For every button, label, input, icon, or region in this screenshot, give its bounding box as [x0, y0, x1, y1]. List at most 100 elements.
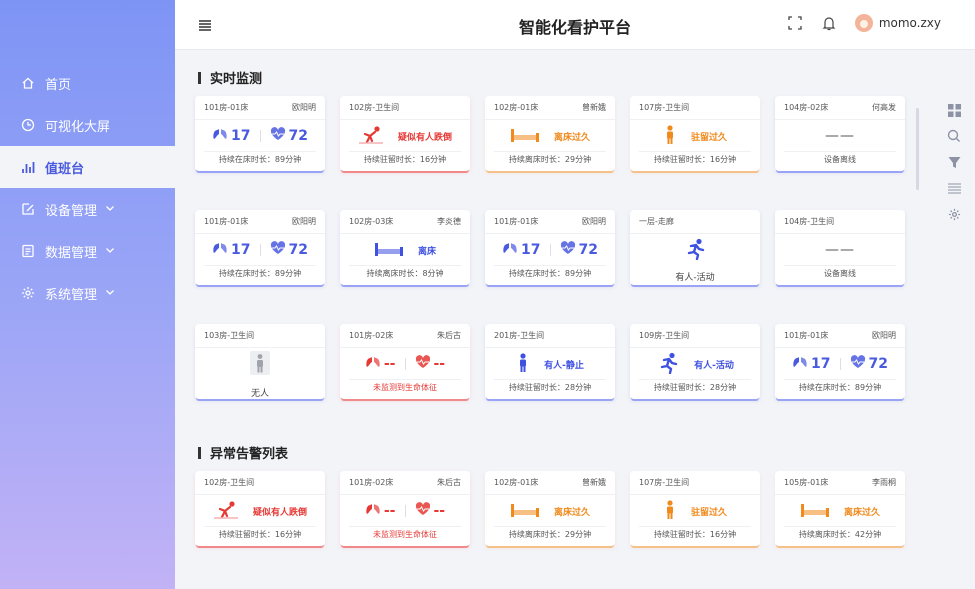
gear-icon[interactable]: [947, 207, 961, 221]
status-row: 有人-静止: [516, 352, 584, 376]
card-body: 离床过久: [485, 120, 615, 152]
running-icon: [656, 352, 680, 377]
sidebar-item-label: 系统管理: [45, 287, 98, 303]
card-footer: 持续驻留时长：16分钟: [349, 151, 461, 167]
card-status: 驻留过久: [690, 507, 727, 518]
fullscreen-icon[interactable]: [787, 15, 803, 31]
monitor-card[interactable]: 103房-卫生间 无人: [195, 324, 325, 399]
vitals-readout: 17 72: [502, 241, 598, 259]
list-icon[interactable]: [947, 181, 961, 195]
card-person: 欧阳明: [292, 217, 316, 226]
card-body: 离床: [340, 234, 470, 266]
monitor-card[interactable]: 102房-卫生间 疑似有人跌倒 持续驻留时长：16分钟: [195, 471, 325, 546]
card-location: 105房-01床: [784, 478, 829, 487]
card-header: 102房-卫生间: [195, 471, 325, 495]
card-body: ——: [775, 234, 905, 266]
heart-icon: [850, 355, 866, 373]
monitor-card[interactable]: 104房-卫生间 —— 设备离线: [775, 210, 905, 285]
grid-icon[interactable]: [947, 103, 961, 117]
card-status: ——: [825, 128, 855, 144]
divider: [839, 358, 841, 370]
monitor-card[interactable]: 101房-02床 朱后古 -- -- 未监测到生命体征: [340, 471, 470, 546]
card-footer: 设备离线: [784, 265, 896, 281]
monitor-card[interactable]: 102房-01床 曾新娥 离床过久 持续离床时长：29分钟: [485, 96, 615, 171]
card-header: 104房-02床 何高发: [775, 96, 905, 120]
monitor-card[interactable]: 一层-走廊 有人-活动: [630, 210, 760, 285]
lung-icon: [212, 127, 228, 145]
bell-icon[interactable]: [821, 15, 837, 31]
header-actions: momo.zxy: [787, 14, 941, 32]
person-standing-icon: [663, 499, 677, 523]
menu-toggle-icon[interactable]: [197, 17, 213, 33]
person-standing-icon: [516, 352, 530, 376]
card-status: 离床过久: [843, 507, 880, 518]
lung-icon: [212, 241, 228, 259]
sidebar-item-1[interactable]: 可视化大屏: [0, 104, 175, 146]
search-icon[interactable]: [947, 129, 961, 143]
monitor-card[interactable]: 101房-01床 欧阳明 17 72 持续在床时长：89分钟: [485, 210, 615, 285]
monitor-card[interactable]: 105房-01床 李雨桐 离床过久 持续离床时长：42分钟: [775, 471, 905, 546]
monitor-card[interactable]: 104房-02床 何高发 —— 设备离线: [775, 96, 905, 171]
bed-icon: [510, 502, 540, 521]
card-body: 疑似有人跌倒: [195, 495, 325, 527]
card-footer: 持续驻留时长：16分钟: [639, 526, 751, 542]
avatar: [854, 14, 873, 32]
status-row: 疑似有人跌倒: [358, 125, 452, 148]
heart-rate-value: 72: [578, 242, 598, 258]
card-footer: 持续离床时长：8分钟: [349, 265, 461, 281]
sidebar-item-3[interactable]: 设备管理: [0, 188, 175, 230]
card-header: 一层-走廊: [630, 210, 760, 234]
person-box-icon: [249, 350, 271, 380]
sidebar-item-0[interactable]: 首页: [0, 62, 175, 104]
card-location: 104房-卫生间: [784, 217, 835, 226]
sidebar-item-2[interactable]: 值班台: [0, 146, 175, 188]
heart-rate-value: 72: [868, 356, 888, 372]
monitor-card[interactable]: 101房-01床 欧阳明 17 72 持续在床时长：89分钟: [195, 210, 325, 285]
bed-icon: [800, 502, 830, 521]
card-footer: 持续驻留时长：16分钟: [639, 151, 751, 167]
card-body: 有人-活动: [630, 348, 760, 380]
monitor-card[interactable]: 109房-卫生间 有人-活动 持续驻留时长：28分钟: [630, 324, 760, 399]
card-header: 102房-01床 曾新娥: [485, 471, 615, 495]
card-location: 101房-02床: [349, 478, 394, 487]
monitor-card[interactable]: 107房-卫生间 驻留过久 持续驻留时长：16分钟: [630, 471, 760, 546]
card-location: 102房-卫生间: [204, 478, 255, 487]
document-icon: [20, 243, 36, 259]
app-root: 首页 可视化大屏 值班台 设备管理 数据管理 系统管理 智能化看护平台 momo.zxy …: [0, 0, 975, 589]
monitor-card[interactable]: 102房-卫生间 疑似有人跌倒 持续驻留时长：16分钟: [340, 96, 470, 171]
monitor-card[interactable]: 101房-01床 欧阳明 17 72 持续在床时长：89分钟: [775, 324, 905, 399]
sidebar-menu: 首页可视化大屏值班台 设备管理数据管理系统管理: [0, 62, 175, 314]
sidebar-item-label: 数据管理: [45, 245, 98, 261]
scrollbar[interactable]: [916, 108, 919, 190]
vitals-readout: 17 72: [212, 127, 308, 145]
card-location: 101房-02床: [349, 331, 394, 340]
card-footer: 设备离线: [784, 151, 896, 167]
section-marker: [198, 446, 201, 459]
sidebar-item-4[interactable]: 数据管理: [0, 230, 175, 272]
card-person: 欧阳明: [582, 217, 606, 226]
card-header: 107房-卫生间: [630, 96, 760, 120]
username: momo.zxy: [878, 16, 941, 30]
monitor-card[interactable]: 107房-卫生间 驻留过久 持续驻留时长：16分钟: [630, 96, 760, 171]
filter-icon[interactable]: [947, 155, 961, 169]
user-menu[interactable]: momo.zxy: [854, 14, 941, 32]
heart-icon: [415, 502, 431, 520]
sidebar-item-label: 可视化大屏: [45, 119, 111, 135]
sidebar: 首页可视化大屏值班台 设备管理数据管理系统管理: [0, 0, 175, 589]
chevron-down-icon: [105, 286, 115, 301]
card-location: 102房-01床: [494, 103, 539, 112]
card-footer: 持续驻留时长：28分钟: [494, 379, 606, 395]
monitor-card[interactable]: 102房-01床 曾新娥 离床过久 持续离床时长：29分钟: [485, 471, 615, 546]
monitor-card[interactable]: 101房-02床 朱后古 -- -- 未监测到生命体征: [340, 324, 470, 399]
card-header: 102房-01床 曾新娥: [485, 96, 615, 120]
bed-icon: [374, 241, 404, 260]
monitor-card[interactable]: 201房-卫生间 有人-静止 持续驻留时长：28分钟: [485, 324, 615, 399]
heart-icon: [560, 241, 576, 259]
monitor-card[interactable]: 101房-01床 欧阳明 17 72 持续在床时长：89分钟: [195, 96, 325, 171]
monitor-card[interactable]: 102房-03床 李炎德 离床 持续离床时长：8分钟: [340, 210, 470, 285]
lung-icon: [792, 355, 808, 373]
lung-icon: [502, 241, 518, 259]
sidebar-item-5[interactable]: 系统管理: [0, 272, 175, 314]
respiration-value: 17: [231, 128, 251, 144]
card-footer: 持续离床时长：42分钟: [784, 526, 896, 542]
